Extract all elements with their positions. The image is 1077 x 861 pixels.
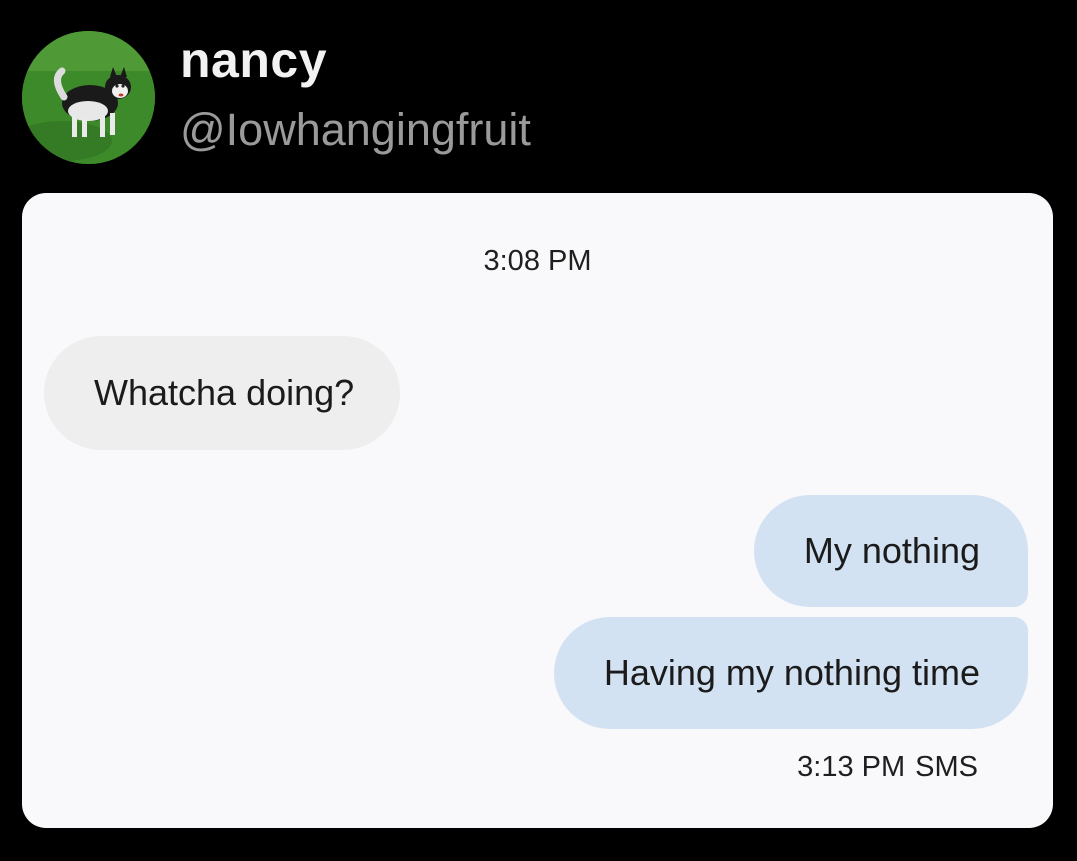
message-timestamp: 3:08 PM (483, 245, 592, 277)
incoming-message-bubble[interactable]: Whatcha doing? (44, 336, 401, 450)
tweet-header: nancy @Iowhangingfruit (0, 0, 1077, 190)
display-name[interactable]: nancy (180, 30, 327, 90)
message-type-label: SMS (915, 751, 978, 783)
outgoing-message-bubble[interactable]: Having my nothing time (553, 617, 1028, 729)
husky-dog-avatar-icon (22, 31, 155, 164)
message-screenshot-card: 3:08 PM Whatcha doing? My nothing Having… (22, 193, 1053, 828)
message-text: Whatcha doing? (94, 372, 355, 413)
outgoing-message-bubble[interactable]: My nothing (753, 495, 1028, 607)
avatar[interactable] (22, 31, 155, 164)
message-text: Having my nothing time (603, 652, 980, 693)
message-status: 3:13 PM SMS (797, 749, 978, 785)
tweet-screenshot: nancy @Iowhangingfruit 3:08 PM Whatcha d… (0, 0, 1077, 861)
message-time: 3:13 PM (797, 751, 906, 783)
user-handle[interactable]: @Iowhangingfruit (180, 100, 531, 160)
message-text: My nothing (803, 530, 980, 571)
